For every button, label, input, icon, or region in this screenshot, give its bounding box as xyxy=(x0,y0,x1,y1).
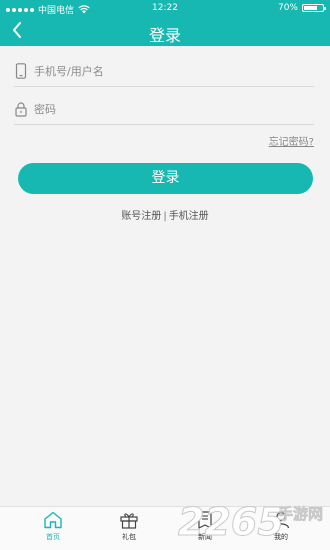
phone-icon xyxy=(15,63,27,79)
tab-bar: 首页 礼包 新闻 我的 xyxy=(0,506,330,550)
tab-gift-label: 礼包 xyxy=(122,533,136,541)
header: 中国电信 12:22 70% 登录 xyxy=(0,0,330,46)
user-icon xyxy=(272,511,290,529)
nav-bar: 登录 xyxy=(0,16,330,46)
news-icon xyxy=(198,511,212,529)
page-title: 登录 xyxy=(148,26,181,45)
tab-home-label: 首页 xyxy=(46,533,60,541)
tab-news-label: 新闻 xyxy=(198,533,212,541)
password-input[interactable] xyxy=(34,100,304,118)
phone-register-link[interactable]: 手机注册 xyxy=(169,211,209,222)
status-right: 70% xyxy=(277,3,326,13)
tab-home[interactable]: 首页 xyxy=(33,511,73,542)
status-bar: 中国电信 12:22 70% xyxy=(0,0,330,16)
password-field xyxy=(14,94,314,125)
home-icon xyxy=(44,511,62,529)
tab-mine[interactable]: 我的 xyxy=(261,511,301,542)
login-button[interactable]: 登录 xyxy=(18,163,313,194)
username-field xyxy=(14,56,314,87)
register-separator: | xyxy=(163,211,167,222)
gift-icon xyxy=(120,513,138,529)
tab-gift[interactable]: 礼包 xyxy=(109,511,149,542)
username-input[interactable] xyxy=(34,62,304,80)
battery-icon xyxy=(302,4,326,12)
tab-mine-label: 我的 xyxy=(274,533,288,541)
battery-fill xyxy=(304,6,317,10)
account-register-link[interactable]: 账号注册 xyxy=(121,211,161,222)
login-screen: 中国电信 12:22 70% 登录 手机号/用户名 忘记密码? 登录 账号注册 … xyxy=(0,0,330,550)
lock-icon xyxy=(15,102,27,117)
battery-percent: 70% xyxy=(277,3,298,13)
tab-news[interactable]: 新闻 xyxy=(185,511,225,542)
register-links: 账号注册 | 手机注册 xyxy=(0,207,330,222)
forgot-password-link[interactable]: 忘记密码? xyxy=(269,133,314,148)
